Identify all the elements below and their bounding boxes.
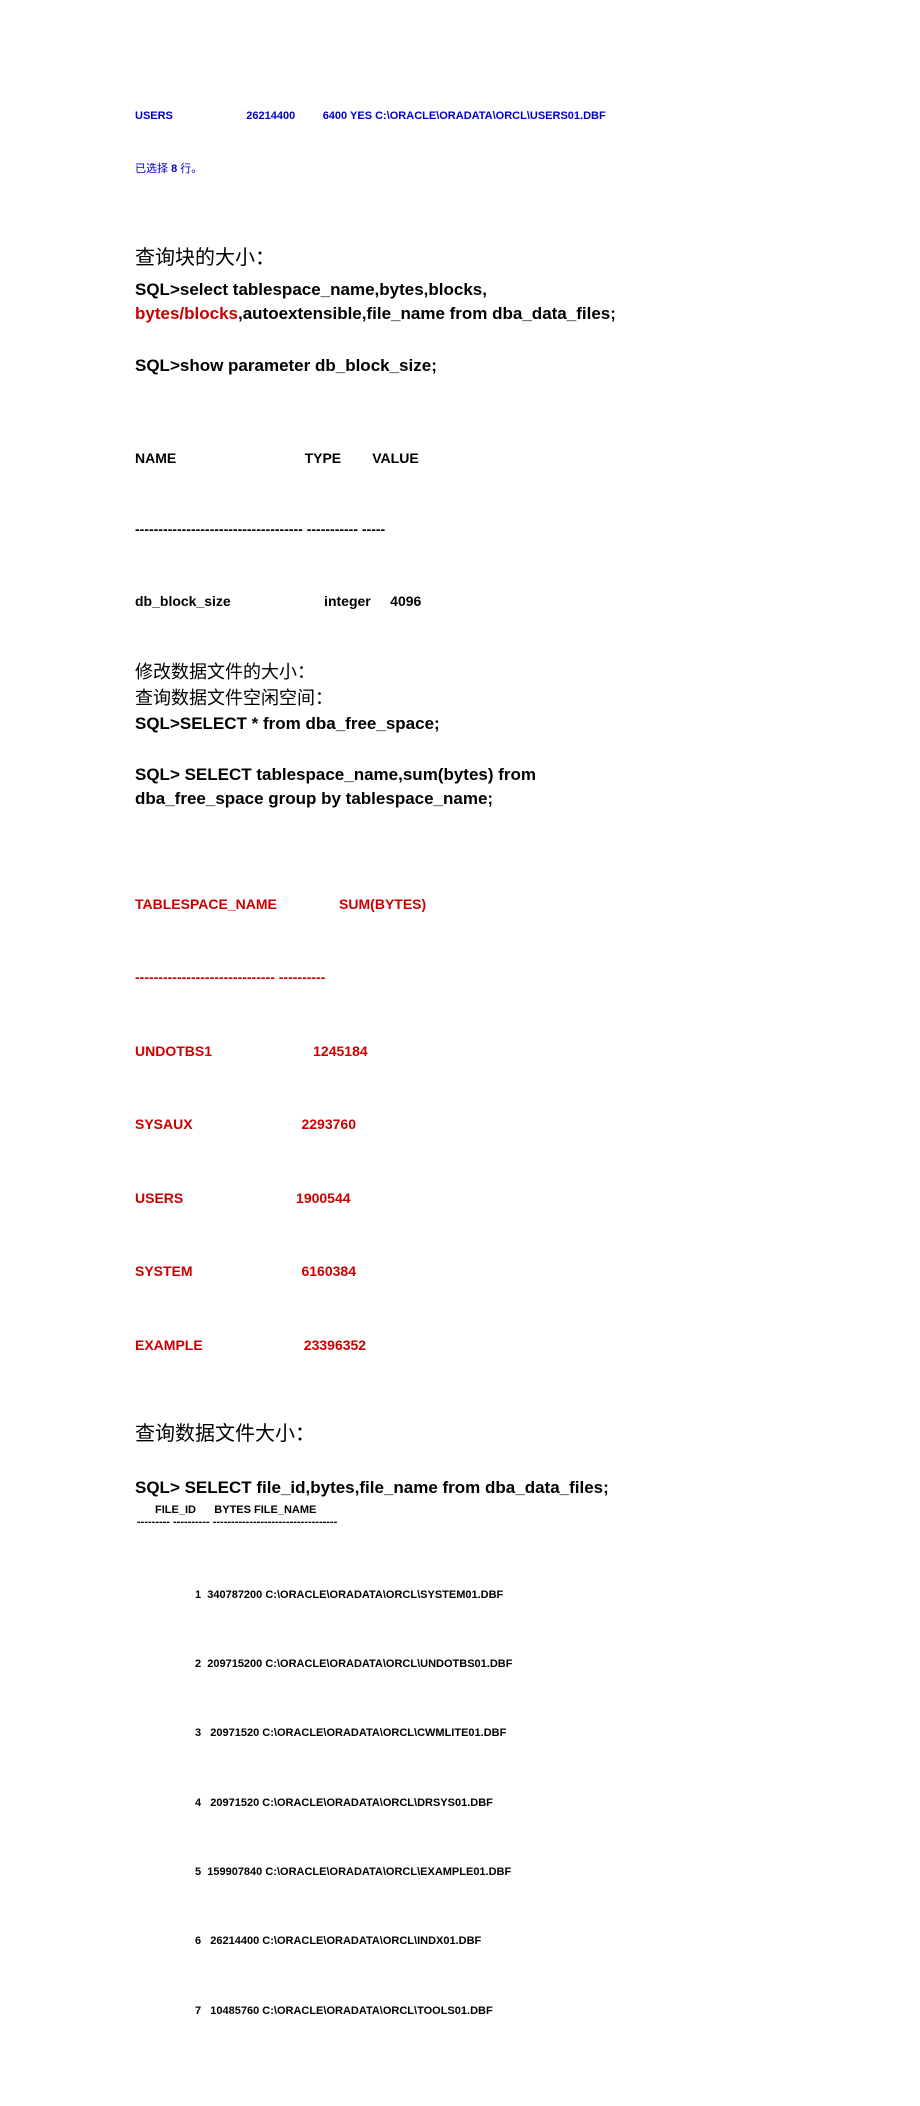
sql-statement-1: SQL>select tablespace_name,bytes,blocks,… (135, 278, 785, 326)
free-separator: ------------------------------ ---------… (135, 965, 785, 990)
sql-statement-2: SQL>show parameter db_block_size; (135, 354, 785, 378)
sql-statement-4: SQL> SELECT tablespace_name,sum(bytes) f… (135, 763, 785, 811)
sql1-prefix: SQL>select tablespace_name,bytes,blocks, (135, 280, 487, 299)
sql-statement-5: SQL> SELECT file_id,bytes,file_name from… (135, 1476, 785, 1500)
free-row: SYSTEM 6160384 (135, 1259, 785, 1284)
free-row: SYSAUX 2293760 (135, 1112, 785, 1137)
sql-statement-3: SQL>SELECT * from dba_free_space; (135, 712, 785, 736)
text-query-free: 查询数据文件空闲空间： (135, 685, 785, 711)
rows-selected-text: 已选择 8 行。 (135, 160, 785, 176)
selected-suffix: 行。 (177, 163, 202, 175)
file-row: 3 20971520 C:\ORACLE\ORADATA\ORCL\CWMLIT… (195, 1722, 785, 1745)
file-row: 6 26214400 C:\ORACLE\ORADATA\ORCL\INDX01… (195, 1930, 785, 1953)
free-space-table: TABLESPACE_NAME SUM(BYTES) -------------… (135, 843, 785, 1382)
heading-file-size: 查询数据文件大小： (135, 1417, 785, 1446)
sql1-suffix: ,autoextensible,file_name from dba_data_… (238, 304, 616, 323)
text-modify: 修改数据文件的大小： (135, 659, 785, 685)
file-row: 1 340787200 C:\ORACLE\ORADATA\ORCL\SYSTE… (195, 1584, 785, 1607)
file-row: 7 10485760 C:\ORACLE\ORADATA\ORCL\TOOLS0… (195, 2000, 785, 2023)
sql4-line1: SQL> SELECT tablespace_name,sum(bytes) f… (135, 763, 785, 787)
param-separator: ------------------------------------ ---… (135, 518, 785, 542)
file-row: 5 159907840 C:\ORACLE\ORADATA\ORCL\EXAMP… (195, 1861, 785, 1884)
file-table-separator: --------- ---------- -------------------… (135, 1516, 785, 1528)
free-row: EXAMPLE 23396352 (135, 1333, 785, 1358)
param-header: NAME TYPE VALUE (135, 447, 785, 471)
heading-block-size: 查询块的大小： (135, 241, 785, 270)
file-row: 2 209715200 C:\ORACLE\ORADATA\ORCL\UNDOT… (195, 1653, 785, 1676)
top-data-row: USERS 26214400 6400 YES C:\ORACLE\ORADAT… (135, 110, 785, 122)
sql4-line2: dba_free_space group by tablespace_name; (135, 787, 785, 811)
selected-prefix: 已选择 (135, 163, 171, 175)
free-row: USERS 1900544 (135, 1186, 785, 1211)
file-row: 4 20971520 C:\ORACLE\ORADATA\ORCL\DRSYS0… (195, 1792, 785, 1815)
file-table-header: FILE_ID BYTES FILE_NAME (135, 1504, 785, 1516)
parameter-table: NAME TYPE VALUE ------------------------… (135, 399, 785, 637)
sql1-red: bytes/blocks (135, 304, 238, 323)
free-header: TABLESPACE_NAME SUM(BYTES) (135, 892, 785, 917)
free-row: UNDOTBS1 1245184 (135, 1039, 785, 1064)
param-row: db_block_size integer 4096 (135, 590, 785, 614)
file-table-rows: 1 340787200 C:\ORACLE\ORADATA\ORCL\SYSTE… (135, 1538, 785, 2046)
modify-datafile-text: 修改数据文件的大小： 查询数据文件空闲空间： (135, 659, 785, 711)
